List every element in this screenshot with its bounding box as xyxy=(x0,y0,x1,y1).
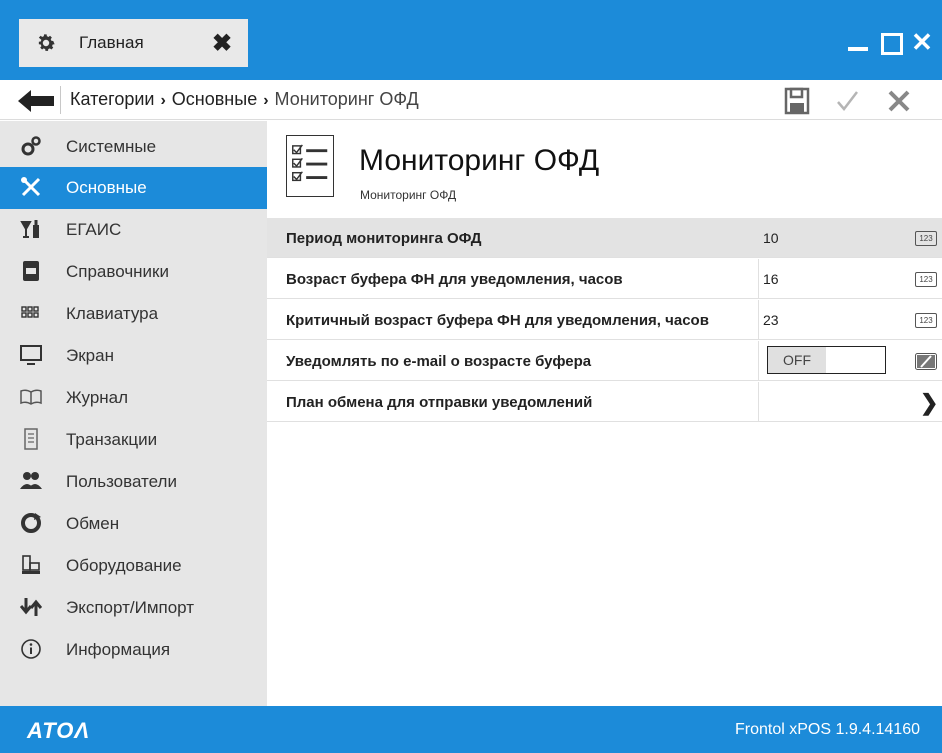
numeric-field-icon: 123 xyxy=(915,231,937,246)
numeric-field-icon: 123 xyxy=(915,313,937,328)
setting-value[interactable]: 10 xyxy=(763,230,779,246)
nav-bar: Категории › Основные › Мониторинг ОФД xyxy=(0,80,942,120)
row-divider xyxy=(758,382,759,422)
sidebar-item-label: Журнал xyxy=(66,388,129,407)
version-label: Frontol xPOS 1.9.4.14160 xyxy=(735,721,920,738)
info-icon xyxy=(21,639,41,659)
breadcrumb-current: Мониторинг ОФД xyxy=(274,89,419,109)
title-bar: Главная ✖ ✕ xyxy=(0,0,942,80)
setting-value[interactable]: 16 xyxy=(763,271,779,287)
export-import-icon xyxy=(20,598,42,616)
setting-row-email-notify[interactable]: Уведомлять по e-mail о возрасте буфера O… xyxy=(267,341,942,381)
sidebar-item-label: Транзакции xyxy=(66,430,158,449)
sidebar-item-label: Экспорт/Импорт xyxy=(66,598,195,617)
tools-icon xyxy=(21,177,41,197)
keyboard-icon xyxy=(21,306,39,318)
sidebar-item-journal[interactable]: Журнал xyxy=(0,377,267,419)
breadcrumb-chevron-icon: › xyxy=(263,92,269,109)
tab-main[interactable]: Главная ✖ xyxy=(19,19,248,67)
email-notify-toggle[interactable]: OFF xyxy=(767,346,886,374)
sidebar-item-label: ЕГАИС xyxy=(66,220,122,239)
sidebar-item-transactions[interactable]: Транзакции xyxy=(0,419,267,461)
sidebar-item-label: Оборудование xyxy=(66,556,182,575)
row-divider xyxy=(758,341,759,381)
receipt-icon xyxy=(24,428,38,450)
reference-book-icon xyxy=(23,261,39,281)
sidebar-item-label: Справочники xyxy=(66,262,169,281)
sidebar-item-egais[interactable]: ЕГАИС xyxy=(0,209,267,251)
sidebar-item-label: Информация xyxy=(66,640,171,659)
tab-label: Главная xyxy=(79,33,144,52)
sidebar-item-label: Пользователи xyxy=(66,472,177,491)
setting-label: Возраст буфера ФН для уведомления, часов xyxy=(286,271,623,288)
sidebar-item-system[interactable]: Системные xyxy=(0,126,267,168)
sidebar-item-label: Системные xyxy=(66,137,157,156)
discard-close-icon[interactable] xyxy=(884,86,914,116)
setting-value[interactable]: 23 xyxy=(763,312,779,328)
numeric-field-icon: 123 xyxy=(915,272,937,287)
setting-label: План обмена для отправки уведомлений xyxy=(286,394,593,411)
setting-label: Критичный возраст буфера ФН для уведомле… xyxy=(286,312,709,329)
sidebar-item-label: Экран xyxy=(66,346,114,365)
main-content: Мониторинг ОФД Мониторинг ОФД Период мон… xyxy=(267,121,942,706)
setting-label: Уведомлять по e-mail о возрасте буфера xyxy=(286,353,592,370)
window-controls: ✕ xyxy=(846,29,934,55)
save-icon[interactable] xyxy=(782,86,812,116)
minimize-button[interactable] xyxy=(846,30,870,54)
window-close-button[interactable]: ✕ xyxy=(910,29,934,55)
checklist-icon xyxy=(286,135,334,197)
row-divider xyxy=(758,218,759,258)
sidebar-item-export-import[interactable]: Экспорт/Импорт xyxy=(0,587,267,629)
row-divider xyxy=(758,259,759,299)
journal-icon xyxy=(20,389,42,405)
setting-label: Период мониторинга ОФД xyxy=(286,230,482,247)
row-divider xyxy=(758,300,759,340)
toggle-state-label: OFF xyxy=(768,347,826,373)
alcohol-icon xyxy=(20,220,39,238)
sidebar-item-equipment[interactable]: Оборудование xyxy=(0,545,267,587)
users-icon xyxy=(20,472,42,489)
sidebar-item-exchange[interactable]: Обмен xyxy=(0,503,267,545)
boolean-field-icon xyxy=(915,353,937,370)
maximize-button[interactable] xyxy=(878,30,903,55)
atol-logo: ATOΛ xyxy=(27,718,91,743)
sidebar-item-users[interactable]: Пользователи xyxy=(0,461,267,503)
check-icon[interactable] xyxy=(832,86,862,116)
chevron-right-icon[interactable]: ❯ xyxy=(920,390,938,416)
sidebar-item-references[interactable]: Справочники xyxy=(0,251,267,293)
setting-row-exchange-plan[interactable]: План обмена для отправки уведомлений ❯ xyxy=(267,382,942,422)
footer: ATOΛ Frontol xPOS 1.9.4.14160 xyxy=(0,706,942,753)
back-arrow-icon[interactable] xyxy=(18,90,56,112)
setting-row-critical-buffer-age[interactable]: Критичный возраст буфера ФН для уведомле… xyxy=(267,300,942,340)
sidebar: Системные Основные ЕГАИС Справочники Кла… xyxy=(0,121,267,706)
tab-close-icon[interactable]: ✖ xyxy=(212,29,232,58)
sidebar-item-screen[interactable]: Экран xyxy=(0,335,267,377)
page-title: Мониторинг ОФД xyxy=(359,144,600,177)
sidebar-item-label: Основные xyxy=(66,178,147,197)
setting-row-buffer-age[interactable]: Возраст буфера ФН для уведомления, часов… xyxy=(267,259,942,299)
breadcrumb: Категории › Основные › Мониторинг ОФД xyxy=(70,89,419,110)
sidebar-item-label: Обмен xyxy=(66,514,120,533)
setting-row-ofd-period[interactable]: Период мониторинга ОФД 10 123 xyxy=(267,218,942,258)
exchange-icon xyxy=(21,513,41,533)
sidebar-item-info[interactable]: Информация xyxy=(0,629,267,671)
breadcrumb-chevron-icon: › xyxy=(160,92,166,109)
breadcrumb-basic[interactable]: Основные xyxy=(172,89,257,109)
page-subtitle: Мониторинг ОФД xyxy=(360,188,457,202)
breadcrumb-categories[interactable]: Категории xyxy=(70,89,154,109)
monitor-icon xyxy=(20,345,42,365)
sidebar-item-basic[interactable]: Основные xyxy=(0,167,267,209)
nav-separator xyxy=(60,86,61,114)
gear-icon xyxy=(38,34,55,51)
sidebar-item-label: Клавиатура xyxy=(66,304,159,323)
sidebar-item-keyboard[interactable]: Клавиатура xyxy=(0,293,267,335)
system-gears-icon xyxy=(21,136,41,156)
equipment-icon xyxy=(22,555,40,574)
